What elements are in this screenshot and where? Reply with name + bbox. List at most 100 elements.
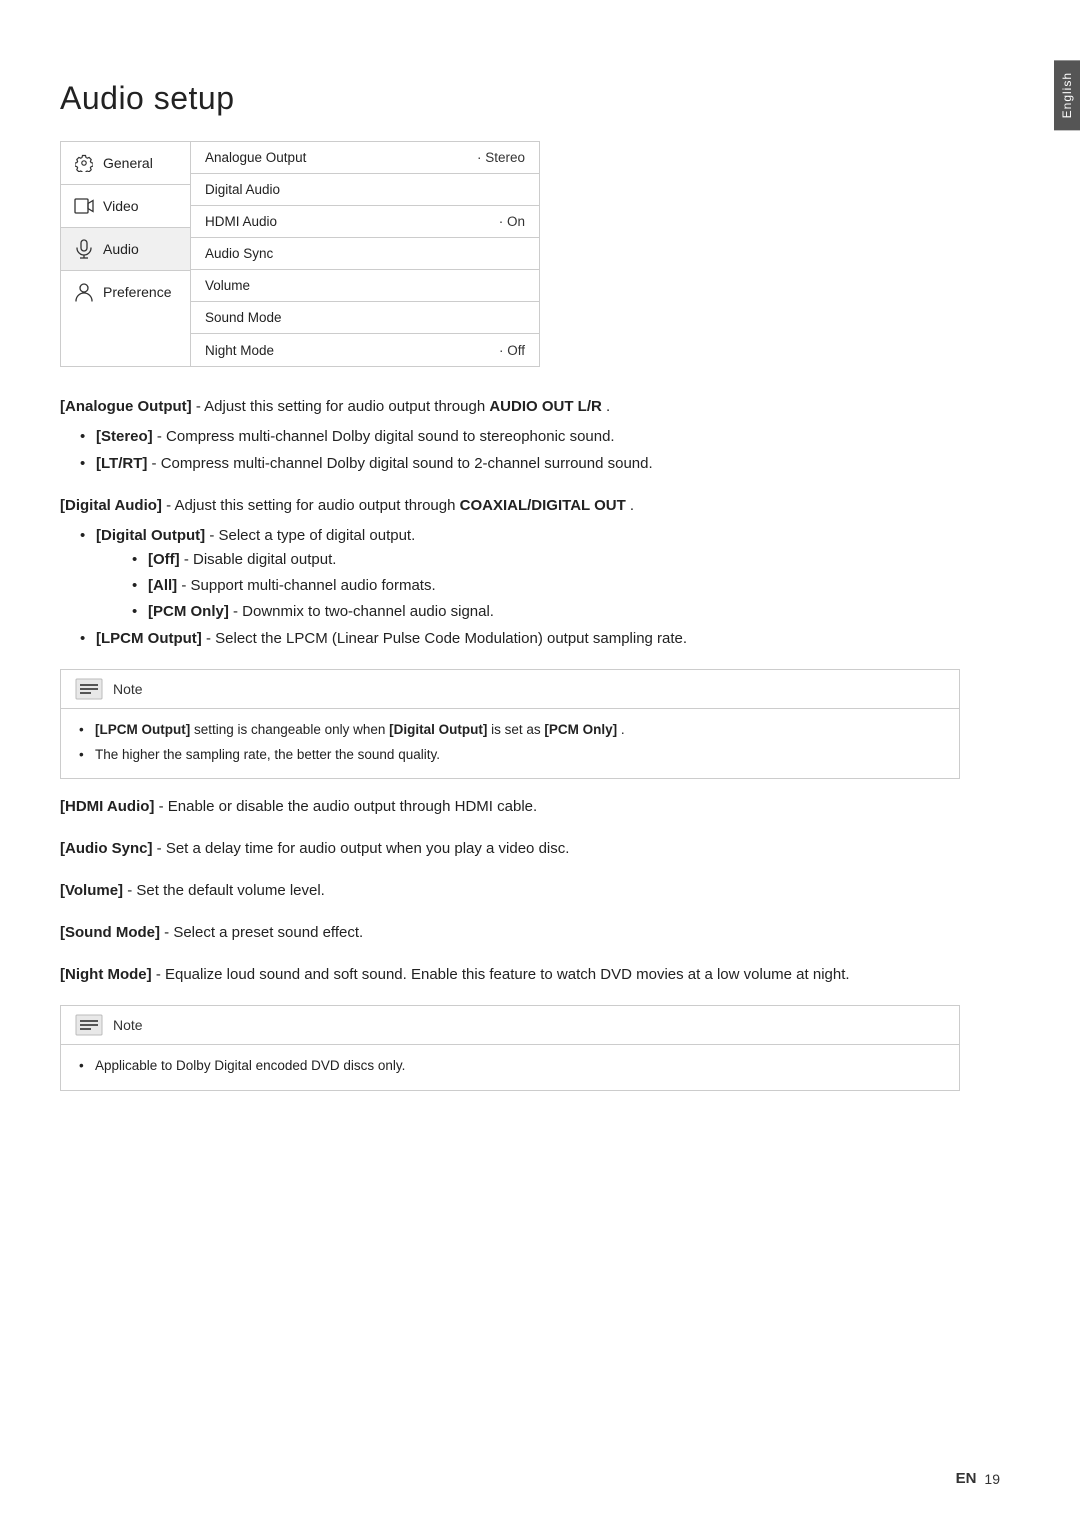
section-night-mode: [Night Mode] - Equalize loud sound and s… xyxy=(60,963,960,987)
footer-lang: EN xyxy=(956,1470,977,1487)
sound-mode-para: [Sound Mode] - Select a preset sound eff… xyxy=(60,921,960,945)
sublist-item-off: [Off] - Disable digital output. xyxy=(132,548,960,572)
all-bracket: [All] xyxy=(148,577,177,594)
off-text: - Disable digital output. xyxy=(184,551,337,568)
menu-left-panel: General Video xyxy=(61,142,191,366)
settings-menu: General Video xyxy=(60,141,540,367)
menu-row-volume[interactable]: Volume xyxy=(191,270,539,302)
analogue-output-list: [Stereo] - Compress multi-channel Dolby … xyxy=(60,425,960,476)
soundmode-text: - Select a preset sound effect. xyxy=(164,924,363,941)
hdmi-bracket: [HDMI Audio] xyxy=(60,798,154,815)
stereo-bracket: [Stereo] xyxy=(96,428,153,445)
volume-bracket: [Volume] xyxy=(60,882,123,899)
stereo-text: - Compress multi-channel Dolby digital s… xyxy=(157,428,615,445)
menu-label-general: General xyxy=(103,155,153,171)
note-title-2: Note xyxy=(113,1017,143,1033)
note-header-2: Note xyxy=(61,1006,959,1045)
analogue-highlight: AUDIO OUT L/R xyxy=(489,398,602,415)
footer-page: 19 xyxy=(984,1471,1000,1487)
soundmode-bracket: [Sound Mode] xyxy=(60,924,160,941)
digital-audio-list: [Digital Output] - Select a type of digi… xyxy=(60,524,960,651)
digital-output-bracket: [Digital Output] xyxy=(96,527,205,544)
volume-text: - Set the default volume level. xyxy=(127,882,325,899)
note1-text1: setting is changeable only when xyxy=(194,722,389,737)
menu-row-label-hdmi: HDMI Audio xyxy=(205,214,489,229)
lpcm-text: - Select the LPCM (Linear Pulse Code Mod… xyxy=(206,630,687,647)
audio-sync-para: [Audio Sync] - Set a delay time for audi… xyxy=(60,837,960,861)
digital-output-text: - Select a type of digital output. xyxy=(209,527,415,544)
analogue-intro-text: - Adjust this setting for audio output t… xyxy=(196,398,490,415)
menu-label-audio: Audio xyxy=(103,241,139,257)
digital-end: . xyxy=(630,497,634,514)
lpcm-bracket: [LPCM Output] xyxy=(96,630,202,647)
digital-highlight: COAXIAL/DIGITAL OUT xyxy=(460,497,626,514)
menu-row-analogue-output[interactable]: Analogue Output · Stereo xyxy=(191,142,539,174)
section-audio-sync: [Audio Sync] - Set a delay time for audi… xyxy=(60,837,960,861)
note-box-1: Note [LPCM Output] setting is changeable… xyxy=(60,669,960,779)
ltrt-bracket: [LT/RT] xyxy=(96,455,147,472)
ltrt-text: - Compress multi-channel Dolby digital s… xyxy=(152,455,653,472)
menu-item-video[interactable]: Video xyxy=(61,185,190,228)
menu-item-general[interactable]: General xyxy=(61,142,190,185)
page-footer: EN 19 xyxy=(956,1470,1000,1487)
note1-sampling-text: The higher the sampling rate, the better… xyxy=(95,747,440,762)
menu-row-value-hdmi: · On xyxy=(499,214,525,229)
page-title: Audio setup xyxy=(60,80,960,117)
preference-icon xyxy=(73,281,95,303)
menu-row-value-analogue: · Stereo xyxy=(477,150,525,165)
off-bracket: [Off] xyxy=(148,551,180,568)
pcm-text: - Downmix to two-channel audio signal. xyxy=(233,603,494,620)
audio-icon xyxy=(73,238,95,260)
note1-text2: is set as xyxy=(491,722,544,737)
note-icon-1 xyxy=(75,678,103,700)
menu-item-audio[interactable]: Audio xyxy=(61,228,190,271)
menu-row-label-nightmode: Night Mode xyxy=(205,343,489,358)
note2-item-1: Applicable to Dolby Digital encoded DVD … xyxy=(79,1055,941,1077)
pcm-bracket: [PCM Only] xyxy=(148,603,229,620)
note-icon-2 xyxy=(75,1014,103,1036)
note1-item-2: The higher the sampling rate, the better… xyxy=(79,744,941,766)
gear-icon xyxy=(73,152,95,174)
menu-row-label-soundmode: Sound Mode xyxy=(205,310,525,325)
language-tab: English xyxy=(1054,60,1080,130)
menu-row-label-volume: Volume xyxy=(205,278,525,293)
menu-row-label-analogue: Analogue Output xyxy=(205,150,467,165)
list-item-digital-output: [Digital Output] - Select a type of digi… xyxy=(80,524,960,624)
note-header-1: Note xyxy=(61,670,959,709)
sublist-item-pcm: [PCM Only] - Downmix to two-channel audi… xyxy=(132,600,960,624)
note-content-1: [LPCM Output] setting is changeable only… xyxy=(61,709,959,778)
section-digital-audio: [Digital Audio] - Adjust this setting fo… xyxy=(60,494,960,651)
menu-row-audio-sync[interactable]: Audio Sync xyxy=(191,238,539,270)
menu-item-preference[interactable]: Preference xyxy=(61,271,190,313)
menu-row-hdmi-audio[interactable]: HDMI Audio · On xyxy=(191,206,539,238)
note-box-2: Note Applicable to Dolby Digital encoded… xyxy=(60,1005,960,1091)
menu-row-label-digital: Digital Audio xyxy=(205,182,525,197)
analogue-bracket: [Analogue Output] xyxy=(60,398,192,415)
analogue-end: . xyxy=(606,398,610,415)
menu-right-panel: Analogue Output · Stereo Digital Audio H… xyxy=(191,142,539,366)
all-text: - Support multi-channel audio formats. xyxy=(181,577,435,594)
digital-output-sublist: [Off] - Disable digital output. [All] - … xyxy=(96,548,960,624)
note-content-2: Applicable to Dolby Digital encoded DVD … xyxy=(61,1045,959,1090)
section-volume: [Volume] - Set the default volume level. xyxy=(60,879,960,903)
analogue-output-intro: [Analogue Output] - Adjust this setting … xyxy=(60,395,960,419)
note2-text: Applicable to Dolby Digital encoded DVD … xyxy=(95,1058,405,1073)
menu-row-digital-audio[interactable]: Digital Audio xyxy=(191,174,539,206)
sublist-item-all: [All] - Support multi-channel audio form… xyxy=(132,574,960,598)
nightmode-bracket: [Night Mode] xyxy=(60,966,152,983)
list-item-stereo: [Stereo] - Compress multi-channel Dolby … xyxy=(80,425,960,449)
audiosync-bracket: [Audio Sync] xyxy=(60,840,153,857)
list-item-ltrt: [LT/RT] - Compress multi-channel Dolby d… xyxy=(80,452,960,476)
audiosync-text: - Set a delay time for audio output when… xyxy=(157,840,570,857)
menu-row-night-mode[interactable]: Night Mode · Off xyxy=(191,334,539,366)
section-sound-mode: [Sound Mode] - Select a preset sound eff… xyxy=(60,921,960,945)
note1-item-1: [LPCM Output] setting is changeable only… xyxy=(79,719,941,741)
note1-text3: . xyxy=(621,722,625,737)
menu-row-sound-mode[interactable]: Sound Mode xyxy=(191,302,539,334)
list-item-lpcm: [LPCM Output] - Select the LPCM (Linear … xyxy=(80,627,960,651)
section-analogue-output: [Analogue Output] - Adjust this setting … xyxy=(60,395,960,476)
digital-intro-text: - Adjust this setting for audio output t… xyxy=(166,497,460,514)
night-mode-para: [Night Mode] - Equalize loud sound and s… xyxy=(60,963,960,987)
note-title-1: Note xyxy=(113,681,143,697)
menu-label-video: Video xyxy=(103,198,139,214)
